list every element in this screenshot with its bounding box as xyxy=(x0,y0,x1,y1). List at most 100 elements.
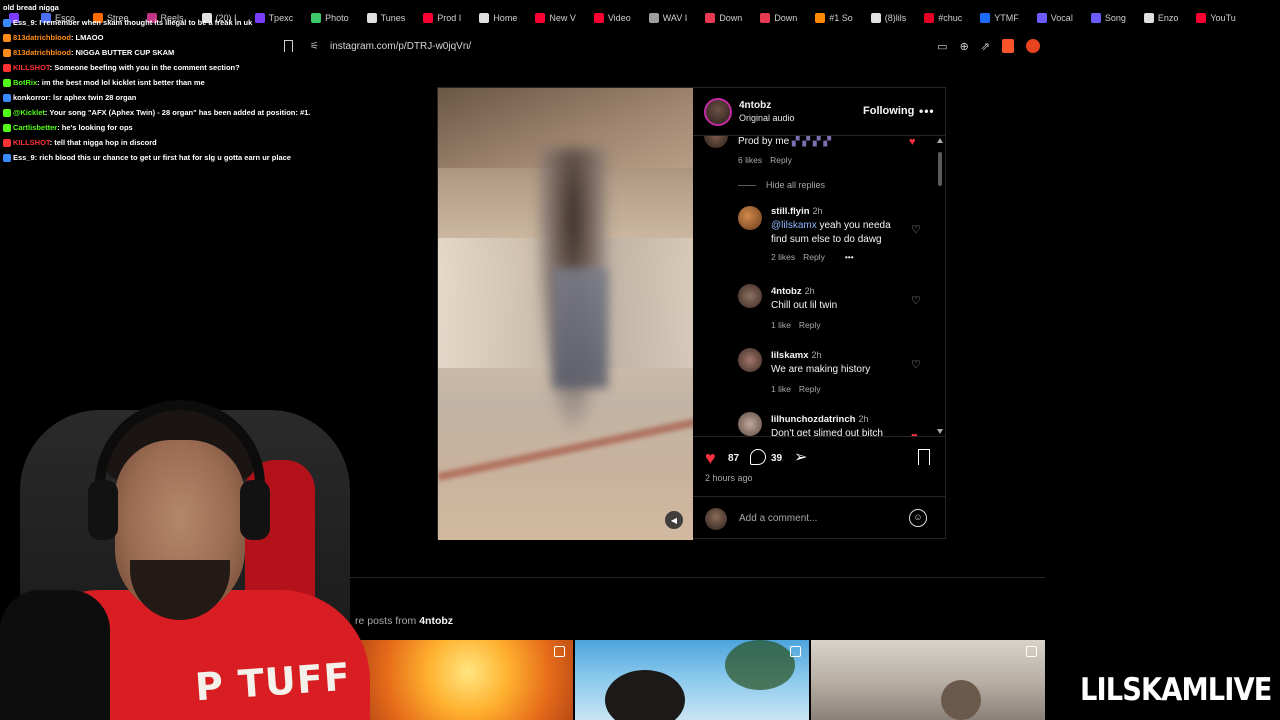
bookmark-item[interactable]: Prod I xyxy=(414,8,470,28)
bookmark-item[interactable]: #chuc xyxy=(915,8,971,28)
emoji-icon[interactable]: ☺ xyxy=(909,509,927,527)
bookmark-item[interactable]: Enzo xyxy=(1135,8,1188,28)
chat-username[interactable]: 813datrichblood xyxy=(13,48,71,57)
comment-author[interactable]: lilhunchozdatrinch 2h xyxy=(771,414,868,425)
scroll-thumb[interactable] xyxy=(938,152,942,186)
webcam-overlay: P TUFF xyxy=(0,370,400,720)
install-app-icon[interactable]: ▭ xyxy=(937,40,947,53)
chat-text: : tell that nigga hop in discord xyxy=(49,138,157,147)
comments-list[interactable]: Prod by me ▞ ▞ ▞ ▞ 6 likes Reply ♥ Hide a… xyxy=(693,136,946,436)
hide-replies-button[interactable]: Hide all replies xyxy=(738,180,825,190)
bookmark-item[interactable]: Down xyxy=(751,8,806,28)
chat-username[interactable]: BotRix xyxy=(13,78,37,87)
chat-username[interactable]: KILLSHOT xyxy=(13,138,50,147)
zoom-icon[interactable]: ⊕ xyxy=(960,40,969,53)
post-thumbnail[interactable] xyxy=(811,640,1045,720)
url-text[interactable]: instagram.com/p/DTRJ-w0jqVn/ xyxy=(330,41,471,52)
chat-message: KILLSHOT: tell that nigga hop in discord xyxy=(0,135,330,150)
chat-message: konkorror: lsr aphex twin 28 organ xyxy=(0,90,330,105)
comment-likes[interactable]: 1 like xyxy=(771,384,791,394)
bookmark-label: #chuc xyxy=(938,13,963,23)
bookmark-item[interactable]: #1 So xyxy=(806,8,862,28)
author-avatar[interactable] xyxy=(704,98,732,126)
brave-shields-icon[interactable] xyxy=(1002,39,1014,53)
more-options-button[interactable]: ••• xyxy=(919,104,935,118)
bookmark-item[interactable]: WAV I xyxy=(640,8,697,28)
comment-author[interactable]: lilskamx 2h xyxy=(771,350,822,361)
address-bar[interactable]: ⚟ instagram.com/p/DTRJ-w0jqVn/ ▭ ⊕ ⇗ xyxy=(280,36,1050,56)
share-icon[interactable]: ⇗ xyxy=(981,40,990,53)
following-button[interactable]: Following xyxy=(863,105,914,117)
scroll-up-arrow[interactable] xyxy=(937,138,943,143)
original-audio-link[interactable]: Original audio xyxy=(739,113,795,123)
bookmark-item[interactable]: Home xyxy=(470,8,526,28)
reply-button[interactable]: Reply xyxy=(799,384,821,394)
heart-icon[interactable]: ♡ xyxy=(911,225,922,236)
chat-message: BotRix: im the best mod lol kicklet isnt… xyxy=(0,75,330,90)
thumbnail-figure xyxy=(941,680,981,720)
chat-username[interactable]: Ess_9 xyxy=(13,153,35,162)
comment-avatar[interactable] xyxy=(738,206,762,230)
author-username[interactable]: 4ntobz xyxy=(739,100,771,111)
comment-avatar[interactable] xyxy=(738,412,762,436)
more-posts-grid xyxy=(340,640,1045,720)
reply-button[interactable]: Reply xyxy=(803,252,825,262)
bookmark-item[interactable]: (8)lils xyxy=(862,8,916,28)
more-posts-user-link[interactable]: 4ntobz xyxy=(419,615,453,627)
share-icon[interactable]: ➢ xyxy=(794,447,807,467)
bookmark-label: Song xyxy=(1104,13,1126,23)
chat-username[interactable]: KILLSHOT xyxy=(13,63,50,72)
heart-icon[interactable]: ♡ xyxy=(911,360,922,371)
comment-avatar[interactable] xyxy=(738,284,762,308)
bookmark-label: Video xyxy=(607,13,631,23)
chat-text: : lsr aphex twin 28 organ xyxy=(48,93,137,102)
post-video[interactable]: ◀ xyxy=(438,88,693,540)
comment-text: Prod by me ▞ ▞ ▞ ▞ xyxy=(738,136,832,147)
post-thumbnail[interactable] xyxy=(575,640,809,720)
like-heart-icon[interactable]: ♥ xyxy=(705,449,716,467)
chat-username[interactable]: @Kicklet xyxy=(13,108,45,117)
bookmark-item[interactable]: Video xyxy=(585,8,640,28)
comments-scrollbar[interactable] xyxy=(936,136,944,436)
mute-button[interactable]: ◀ xyxy=(665,511,683,529)
save-bookmark-icon[interactable] xyxy=(918,449,930,470)
bookmark-label: (8)lils xyxy=(884,13,907,23)
chat-badge-icon xyxy=(3,49,11,58)
mention-link[interactable]: @lilskamx xyxy=(771,220,817,231)
comment-author[interactable]: 4ntobz 2h xyxy=(771,286,815,297)
bookmark-item[interactable]: YTMF xyxy=(971,8,1028,28)
comment-avatar[interactable] xyxy=(704,136,728,148)
bookmark-item[interactable]: YouTu xyxy=(1187,8,1244,28)
bookmark-item[interactable]: Vocal xyxy=(1028,8,1082,28)
chat-message: KILLSHOT: Someone beefing with you in th… xyxy=(0,60,330,75)
reply-button[interactable]: Reply xyxy=(799,320,821,330)
like-count[interactable]: 87 xyxy=(728,453,739,464)
liked-heart-icon[interactable]: ♥ xyxy=(909,137,920,148)
headset-earcup xyxy=(88,480,118,540)
comment-meta: 1 like Reply xyxy=(771,384,821,394)
comment-likes[interactable]: 2 likes xyxy=(771,252,795,262)
comment-likes[interactable]: 6 likes xyxy=(738,155,762,165)
chat-username[interactable]: Ess_9 xyxy=(13,18,35,27)
bookmark-item[interactable]: New V xyxy=(526,8,585,28)
chat-username[interactable]: 813datrichblood xyxy=(13,33,71,42)
bookmark-item[interactable]: Song xyxy=(1082,8,1135,28)
add-comment-input[interactable]: Add a comment... xyxy=(739,513,817,524)
chat-text: : he's looking for ops xyxy=(57,123,133,132)
comment-icon[interactable] xyxy=(750,449,766,465)
chat-badge-icon xyxy=(3,139,11,148)
bookmark-item[interactable]: Tunes xyxy=(358,8,415,28)
brave-rewards-icon[interactable] xyxy=(1026,39,1040,53)
chat-username[interactable]: konkorror xyxy=(13,93,48,102)
comment-avatar[interactable] xyxy=(738,348,762,372)
comment-more-icon[interactable]: ••• xyxy=(845,252,854,262)
chat-badge-icon xyxy=(3,64,11,73)
comment-likes[interactable]: 1 like xyxy=(771,320,791,330)
bookmark-item[interactable]: Down xyxy=(696,8,751,28)
heart-icon[interactable]: ♡ xyxy=(911,296,922,307)
comment-author[interactable]: still.flyin 2h xyxy=(771,206,823,217)
reply-button[interactable]: Reply xyxy=(770,155,792,165)
scroll-down-arrow[interactable] xyxy=(937,429,943,434)
chat-message: 813datrichblood: LMAOO xyxy=(0,30,330,45)
chat-username[interactable]: Cartlisbetter xyxy=(13,123,57,132)
